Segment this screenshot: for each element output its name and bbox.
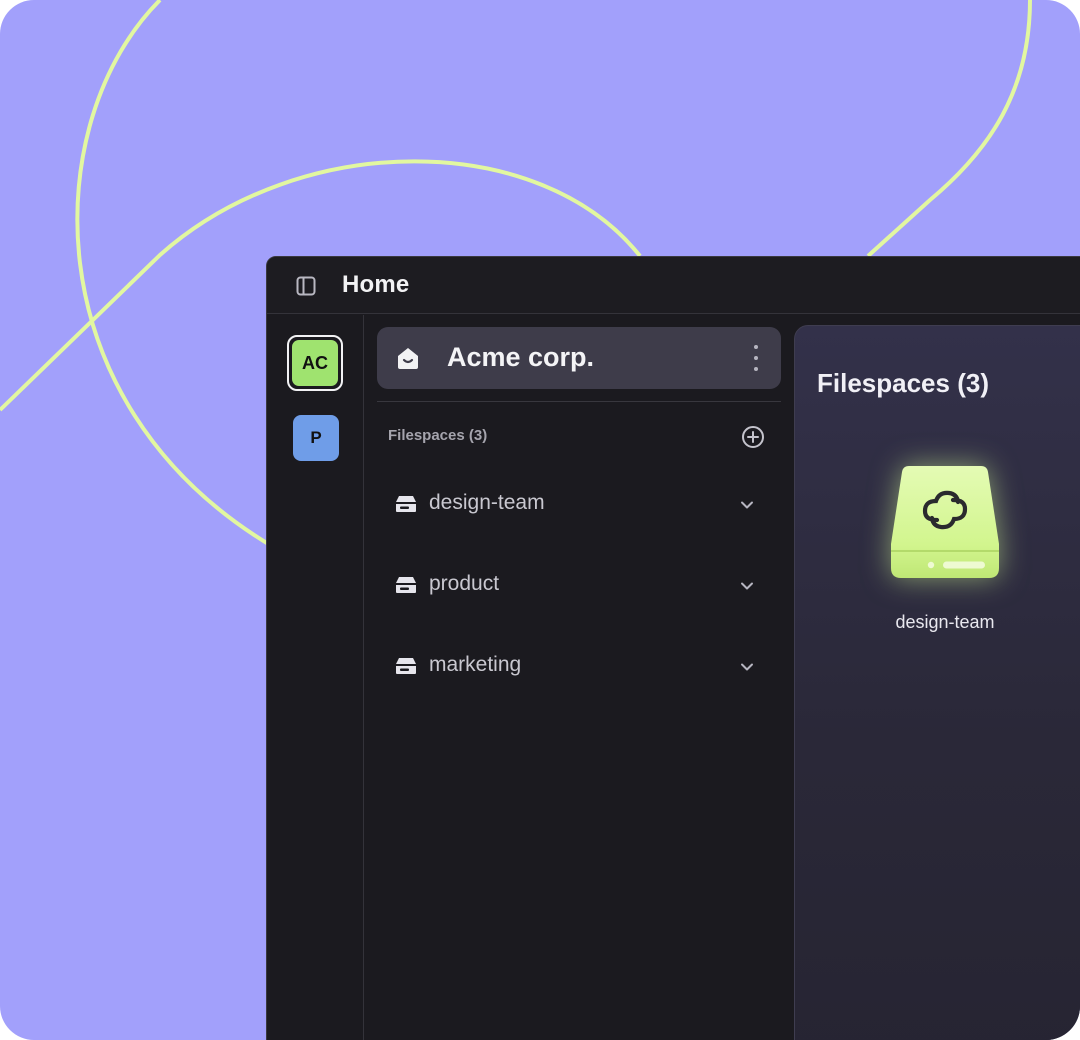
window-title: Home bbox=[342, 271, 410, 298]
add-filespace-icon[interactable] bbox=[741, 425, 765, 449]
title-bar: Home bbox=[267, 257, 1080, 314]
home-icon bbox=[398, 348, 418, 369]
filespace-item-label: product bbox=[429, 572, 500, 595]
drive-icon bbox=[396, 658, 416, 674]
org-switcher[interactable]: Acme corp. bbox=[377, 327, 781, 389]
cloud-drive-icon bbox=[891, 466, 999, 578]
filespace-item-label: design-team bbox=[429, 491, 545, 514]
chevron-down-icon[interactable] bbox=[739, 497, 755, 513]
panel-divider bbox=[377, 401, 781, 402]
filespace-item-label: marketing bbox=[429, 653, 522, 676]
filespace-tile-design-team[interactable]: design-team bbox=[865, 456, 1025, 646]
filespace-item-marketing[interactable]: marketing bbox=[377, 639, 781, 695]
app-canvas: Home AC P Acme corp. Filespaces (3) desi… bbox=[0, 0, 1080, 1040]
decorative-curve-right bbox=[866, 0, 1032, 258]
org-name: Acme corp. bbox=[447, 342, 595, 372]
filespace-tile-label: design-team bbox=[895, 612, 995, 632]
decorative-curve-large bbox=[75, 0, 272, 547]
workspace-avatar-ac-label: AC bbox=[292, 340, 338, 386]
sidebar-toggle-button[interactable] bbox=[295, 275, 317, 297]
workspace-rail: AC P bbox=[267, 315, 364, 1040]
drive-icon bbox=[396, 577, 416, 593]
chevron-down-icon[interactable] bbox=[739, 578, 755, 594]
filespace-item-product[interactable]: product bbox=[377, 558, 781, 614]
main-content: Filespaces (3) design-team bbox=[794, 325, 1080, 1040]
drive-icon bbox=[396, 496, 416, 512]
workspace-avatar-ac[interactable]: AC bbox=[287, 335, 343, 391]
filespace-panel: Acme corp. Filespaces (3) design-team pr… bbox=[365, 315, 793, 1040]
more-options-icon[interactable] bbox=[751, 345, 761, 371]
sidebar-toggle-icon bbox=[296, 276, 316, 296]
chevron-down-icon[interactable] bbox=[739, 659, 755, 675]
filespaces-section-label: Filespaces (3) bbox=[388, 427, 488, 444]
workspace-avatar-p[interactable]: P bbox=[293, 415, 339, 461]
filespace-item-design-team[interactable]: design-team bbox=[377, 477, 781, 533]
app-window: Home AC P Acme corp. Filespaces (3) desi… bbox=[266, 256, 1080, 1040]
page-title: Filespaces (3) bbox=[817, 368, 989, 398]
